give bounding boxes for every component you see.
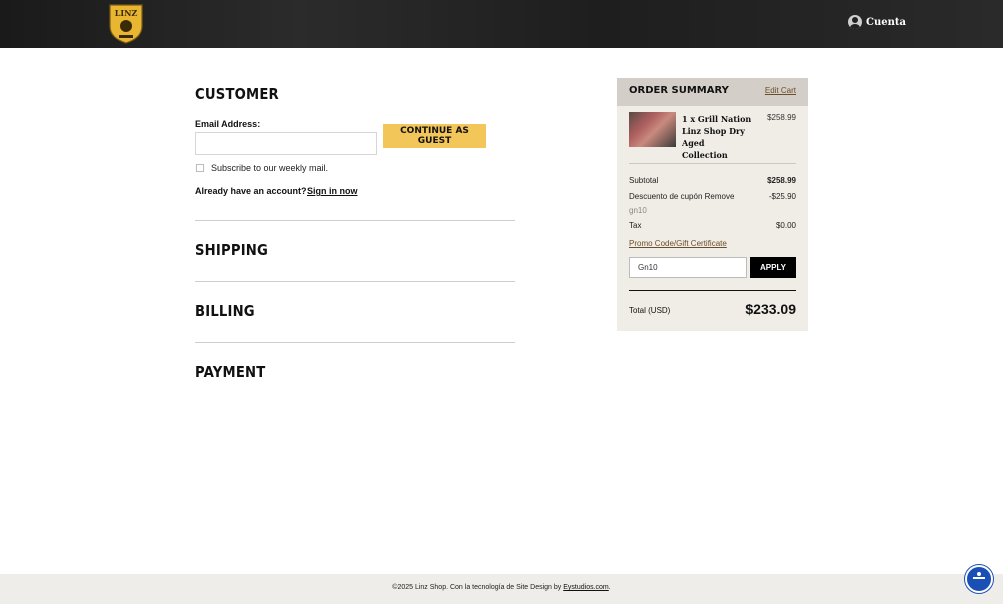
order-summary-title: ORDER SUMMARY	[629, 85, 729, 96]
subscribe-checkbox[interactable]	[196, 164, 204, 172]
divider	[195, 281, 515, 282]
account-link[interactable]: Cuenta	[848, 15, 906, 29]
site-footer: ©2025 Linz Shop. Con la tecnología de Si…	[0, 574, 1003, 604]
accessibility-icon[interactable]	[965, 565, 993, 593]
subtotal-value: $258.99	[767, 176, 796, 185]
product-price: $258.99	[767, 113, 796, 122]
subscribe-label: Subscribe to our weekly mail.	[211, 163, 329, 173]
email-field[interactable]	[195, 132, 377, 155]
footer-text: ©2025 Linz Shop. Con la tecnología de Si…	[0, 584, 1003, 591]
divider	[195, 342, 515, 343]
footer-suffix: .	[608, 584, 611, 591]
tax-value: $0.00	[775, 221, 796, 230]
email-label: Email Address:	[195, 119, 261, 129]
discount-value: -$25.90	[768, 192, 796, 201]
summary-divider	[629, 163, 796, 164]
footer-copyright: ©2025 Linz Shop. Con la tecnología de Si…	[392, 584, 562, 591]
promo-code-link[interactable]: Promo Code/Gift Certificate	[629, 239, 727, 248]
total-label: Total (USD)	[629, 306, 671, 315]
order-summary-header: ORDER SUMMARY Edit Cart	[617, 78, 808, 106]
promo-code-input[interactable]: Gn10	[629, 257, 747, 278]
subtotal-label: Subtotal	[629, 176, 659, 185]
continue-as-guest-button[interactable]: CONTINUE AS GUEST	[383, 124, 486, 148]
coupon-code: gn10	[629, 206, 647, 215]
payment-heading[interactable]: PAYMENT	[195, 363, 265, 381]
divider	[195, 220, 515, 221]
summary-divider	[629, 290, 796, 291]
linz-logo[interactable]: LINZ	[108, 2, 144, 44]
customer-heading: CUSTOMER	[195, 85, 279, 103]
footer-link[interactable]: Eystudios.com	[563, 584, 609, 591]
have-account-text: Already have an account?	[195, 186, 307, 196]
product-image	[629, 112, 676, 147]
order-summary: ORDER SUMMARY Edit Cart 1 x Grill Nation…	[617, 78, 808, 331]
apply-button[interactable]: APPLY	[750, 257, 796, 278]
user-icon	[848, 15, 862, 29]
billing-heading[interactable]: BILLING	[195, 302, 255, 320]
discount-label[interactable]: Descuento de cupón Remove	[629, 192, 734, 201]
account-label: Cuenta	[866, 16, 906, 28]
product-name: 1 x Grill Nation Linz Shop Dry Aged Coll…	[682, 114, 752, 160]
logo-text: LINZ	[115, 8, 138, 18]
site-header: LINZ Cuenta	[0, 0, 1003, 48]
sign-in-link[interactable]: Sign in now	[307, 186, 358, 196]
tax-label: Tax	[629, 221, 642, 230]
shipping-heading[interactable]: SHIPPING	[195, 241, 268, 259]
total-value: $233.09	[745, 301, 796, 317]
edit-cart-link[interactable]: Edit Cart	[765, 86, 796, 95]
